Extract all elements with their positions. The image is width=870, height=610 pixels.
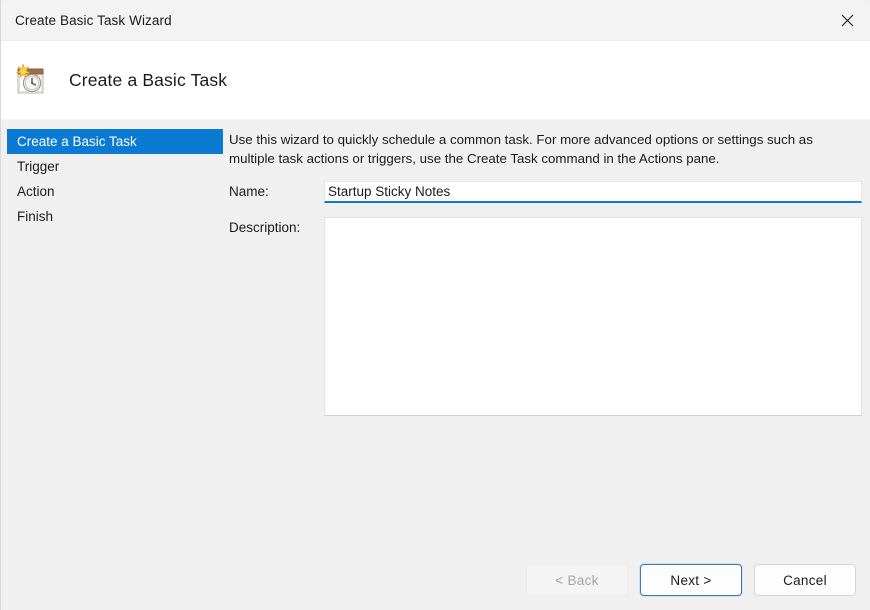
wizard-content-pane: Use this wizard to quickly schedule a co… xyxy=(229,120,870,610)
close-icon xyxy=(841,14,854,27)
wizard-intro-text: Use this wizard to quickly schedule a co… xyxy=(229,132,813,166)
description-field-row: Description: xyxy=(229,217,862,421)
wizard-body: Create a Basic Task Trigger Action Finis… xyxy=(1,120,870,610)
task-scheduler-new-task-icon xyxy=(11,60,51,100)
description-label: Description: xyxy=(229,220,301,235)
back-button[interactable]: < Back xyxy=(526,564,628,596)
sidebar-item-create-a-basic-task[interactable]: Create a Basic Task xyxy=(7,129,223,154)
create-basic-task-wizard-window: Create Basic Task Wizard Create a Basic … xyxy=(0,0,870,610)
wizard-footer-buttons: < Back Next > Cancel xyxy=(526,564,856,596)
sidebar-item-trigger[interactable]: Trigger xyxy=(7,154,223,179)
name-input[interactable] xyxy=(324,181,862,203)
name-field-row: Name: xyxy=(229,181,862,203)
sidebar-item-action[interactable]: Action xyxy=(7,179,223,204)
sidebar-item-finish[interactable]: Finish xyxy=(7,204,223,229)
cancel-button[interactable]: Cancel xyxy=(754,564,856,596)
page-title: Create a Basic Task xyxy=(69,69,228,90)
next-button[interactable]: Next > xyxy=(640,564,742,596)
close-button[interactable] xyxy=(824,1,870,40)
header-banner: Create a Basic Task xyxy=(1,41,870,120)
wizard-step-sidebar: Create a Basic Task Trigger Action Finis… xyxy=(1,120,229,610)
titlebar: Create Basic Task Wizard xyxy=(1,0,870,41)
description-wrapper xyxy=(324,217,862,421)
description-input[interactable] xyxy=(324,217,862,416)
window-title: Create Basic Task Wizard xyxy=(15,12,172,28)
name-label: Name: xyxy=(229,184,269,199)
